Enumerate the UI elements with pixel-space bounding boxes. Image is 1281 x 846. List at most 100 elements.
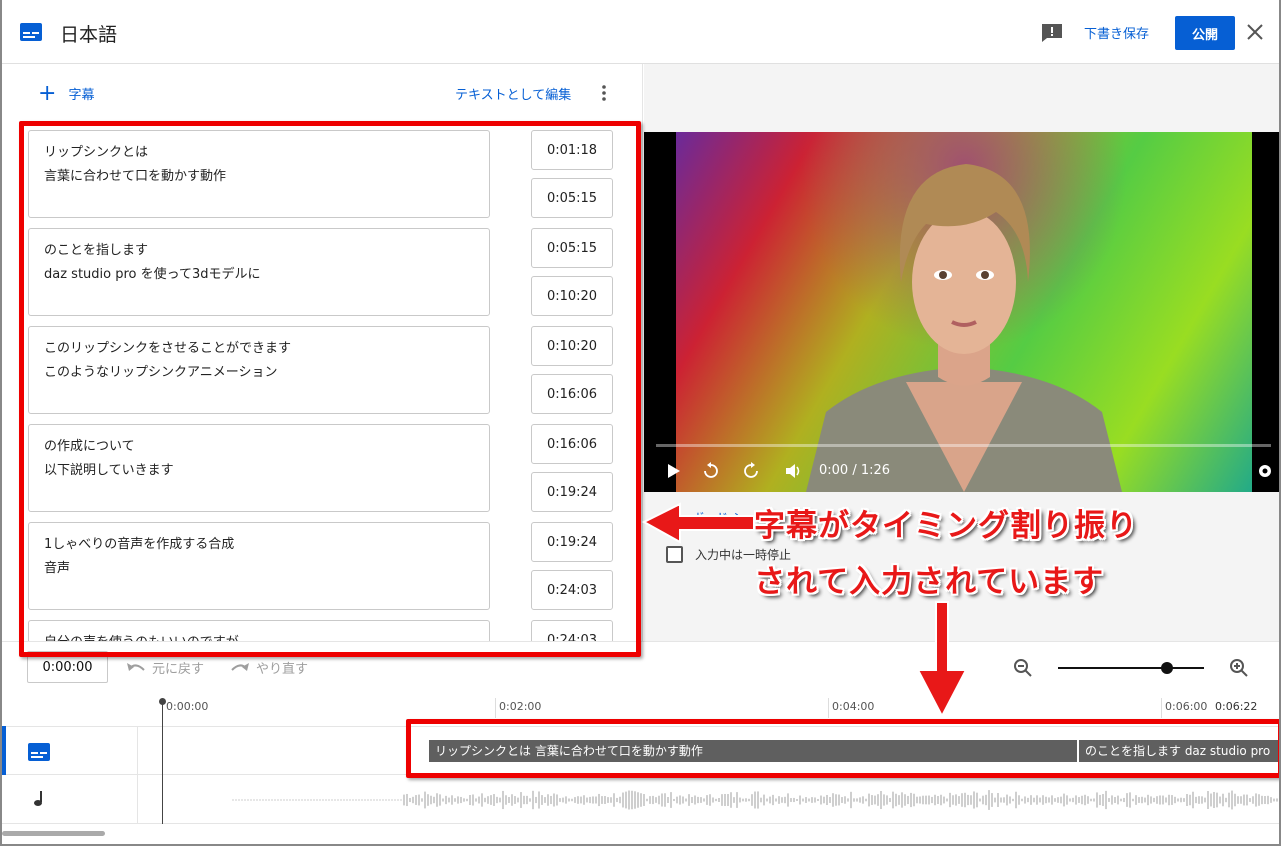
waveform-bar bbox=[232, 799, 234, 801]
waveform-bar bbox=[1255, 793, 1257, 807]
waveform-bar bbox=[799, 795, 801, 805]
waveform-bar bbox=[649, 796, 651, 804]
forward-10-icon[interactable] bbox=[742, 462, 760, 480]
waveform-bar bbox=[943, 796, 945, 804]
playhead[interactable] bbox=[162, 702, 163, 824]
plus-icon: + bbox=[38, 80, 57, 106]
waveform-bar bbox=[925, 795, 927, 805]
feedback-icon[interactable] bbox=[1041, 23, 1063, 43]
waveform-bar bbox=[856, 798, 858, 802]
waveform-bar bbox=[988, 790, 990, 810]
waveform-bar bbox=[1066, 795, 1068, 805]
waveform-bar bbox=[892, 791, 894, 809]
waveform-bar bbox=[1261, 795, 1263, 805]
music-note-icon bbox=[34, 791, 42, 806]
waveform-bar bbox=[676, 796, 678, 804]
waveform-bar bbox=[1159, 795, 1161, 805]
waveform-bar bbox=[553, 793, 555, 807]
waveform-bar bbox=[523, 795, 525, 805]
waveform-bar bbox=[817, 798, 819, 802]
waveform-bar bbox=[760, 797, 762, 803]
waveform-bar bbox=[901, 792, 903, 808]
save-draft-button[interactable]: 下書き保存 bbox=[1084, 23, 1149, 42]
volume-icon[interactable] bbox=[784, 462, 802, 480]
video-progress-bar[interactable] bbox=[656, 444, 1271, 447]
waveform-bar bbox=[532, 790, 534, 810]
waveform-bar bbox=[832, 793, 834, 807]
waveform-bar bbox=[694, 795, 696, 805]
zoom-slider-track[interactable] bbox=[1058, 667, 1204, 669]
playhead-handle[interactable] bbox=[159, 698, 166, 705]
more-vert-icon[interactable] bbox=[599, 84, 609, 102]
waveform-bar bbox=[1195, 796, 1197, 804]
waveform-bar bbox=[985, 794, 987, 806]
waveform-bar bbox=[1096, 792, 1098, 808]
waveform-bar bbox=[1201, 796, 1203, 804]
waveform-bar bbox=[967, 794, 969, 806]
waveform-bar bbox=[487, 796, 489, 804]
waveform-bar bbox=[877, 794, 879, 806]
waveform-bar bbox=[1210, 793, 1212, 807]
waveform-bar bbox=[349, 799, 351, 801]
waveform-bar bbox=[811, 797, 813, 803]
waveform-bar bbox=[364, 799, 366, 801]
undo-button[interactable]: 元に戻す bbox=[126, 658, 204, 677]
close-icon[interactable] bbox=[1244, 21, 1266, 43]
waveform-bar bbox=[715, 798, 717, 802]
waveform-bar bbox=[688, 794, 690, 806]
waveform-bar bbox=[388, 799, 390, 801]
waveform-bar bbox=[268, 799, 270, 801]
waveform-bar bbox=[808, 798, 810, 802]
waveform-bar bbox=[883, 794, 885, 806]
waveform-bar bbox=[1060, 796, 1062, 804]
settings-gear-icon[interactable] bbox=[1256, 462, 1274, 480]
waveform-bar bbox=[1036, 795, 1038, 805]
waveform-bar bbox=[1276, 798, 1278, 802]
waveform-bar bbox=[964, 792, 966, 808]
waveform-bar bbox=[583, 795, 585, 805]
waveform-bar bbox=[352, 799, 354, 801]
waveform-bar bbox=[1207, 791, 1209, 809]
redo-icon bbox=[231, 662, 249, 671]
timeline-scrollbar[interactable] bbox=[2, 831, 105, 836]
waveform-bar bbox=[1069, 798, 1071, 802]
waveform-bar bbox=[922, 795, 924, 805]
waveform-bar bbox=[751, 794, 753, 806]
waveform-bar bbox=[241, 799, 243, 801]
waveform-bar bbox=[700, 797, 702, 803]
subtitles-icon bbox=[20, 23, 42, 41]
waveform-bar bbox=[781, 797, 783, 803]
add-caption-button[interactable]: + 字幕 bbox=[38, 80, 94, 106]
waveform-bar bbox=[748, 798, 750, 802]
waveform-bar bbox=[274, 799, 276, 801]
zoom-in-icon[interactable] bbox=[1229, 658, 1249, 678]
zoom-slider-handle[interactable] bbox=[1161, 662, 1173, 674]
play-icon[interactable] bbox=[664, 462, 682, 480]
waveform-bar bbox=[871, 795, 873, 805]
waveform-bar bbox=[736, 792, 738, 808]
waveform-bar bbox=[457, 796, 459, 804]
waveform-bar bbox=[547, 794, 549, 806]
waveform-bar bbox=[784, 796, 786, 804]
waveform-bar bbox=[1057, 797, 1059, 803]
waveform-bar bbox=[889, 797, 891, 803]
waveform-bar bbox=[538, 791, 540, 809]
waveform-bar bbox=[973, 791, 975, 809]
waveform-bar bbox=[370, 799, 372, 801]
zoom-out-icon[interactable] bbox=[1013, 658, 1033, 678]
waveform-bar bbox=[469, 795, 471, 805]
waveform-bar bbox=[1099, 794, 1101, 806]
edit-as-text-button[interactable]: テキストとして編集 bbox=[455, 84, 571, 103]
waveform-bar bbox=[256, 799, 258, 801]
publish-button[interactable]: 公開 bbox=[1175, 16, 1235, 50]
waveform-bar bbox=[511, 794, 513, 806]
waveform-bar bbox=[712, 797, 714, 803]
redo-button[interactable]: やり直す bbox=[230, 658, 308, 677]
waveform-bar bbox=[742, 798, 744, 802]
waveform-bar bbox=[730, 792, 732, 808]
video-player[interactable]: 0:00 / 1:26 bbox=[644, 132, 1279, 492]
waveform-bar bbox=[1174, 796, 1176, 804]
waveform-bar bbox=[991, 793, 993, 807]
waveform-bar bbox=[514, 796, 516, 804]
rewind-10-icon[interactable] bbox=[702, 462, 720, 480]
